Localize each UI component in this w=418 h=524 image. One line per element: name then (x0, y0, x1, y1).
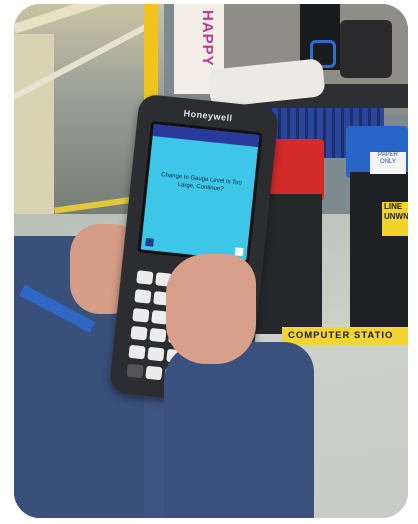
blue-bin (350, 172, 408, 330)
keypad-key (132, 307, 150, 323)
keypad-key (136, 270, 154, 285)
yellow-post (144, 4, 158, 104)
screen-message: Change In Gauge Level Is Too Large, Cont… (160, 172, 242, 193)
worker-right-hand (166, 254, 256, 364)
worker-right-sleeve (164, 342, 314, 518)
keypad-key (134, 288, 152, 304)
keypad-key (130, 326, 148, 341)
keypad-key (128, 345, 146, 360)
line-sign: LINE UNWN (382, 202, 408, 236)
bin-tag: PAPER ONLY (370, 152, 406, 174)
photo-frame: HAPPY PAPER ONLY LINE UNWN COMPUTER STAT… (14, 4, 408, 518)
label-printer (340, 20, 392, 78)
cancel-icon (145, 237, 154, 247)
keypad-key (145, 365, 163, 381)
screen-header (152, 124, 260, 148)
keypad-key (149, 328, 167, 343)
machine-frame (14, 34, 54, 214)
floor-tape-label: COMPUTER STATIO (282, 327, 408, 345)
device-screen: Change In Gauge Level Is Too Large, Cont… (137, 120, 263, 264)
keypad-key (147, 347, 165, 362)
keypad-key (126, 363, 144, 379)
